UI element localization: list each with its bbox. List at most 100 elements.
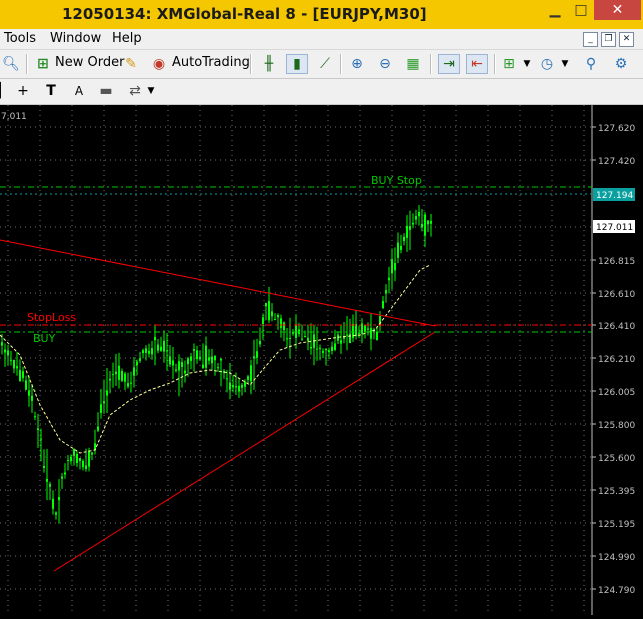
candle-body [133,367,135,376]
mdi-minimize-icon[interactable]: _ [583,32,598,47]
candle-body [58,496,60,501]
candle-body [364,325,366,332]
candle-body [226,378,228,380]
auto-scroll-icon[interactable]: ⇥ [438,54,460,74]
candle-body [391,259,393,274]
candle-body [115,371,117,375]
candle-body [376,331,378,341]
candle-body [388,277,390,281]
candle-body [163,340,165,352]
candle-body [172,360,174,366]
candle-body [184,370,186,374]
autotrading-button[interactable]: AutoTrading [172,55,250,70]
candle-body [211,356,213,364]
toolbar-separator [340,54,342,74]
price-tick-label: 125.395 [598,487,635,497]
rectangle-icon[interactable]: ▬ [97,82,115,100]
text-label-icon[interactable]: A [70,82,88,100]
candle-body [328,350,330,353]
options-icon[interactable]: ⚙ [612,55,630,73]
candle-body [424,214,426,236]
new-order-button[interactable]: New Order [55,55,124,70]
price-tick-label: 126.610 [598,290,635,300]
new-order-icon[interactable]: ⊞ [34,55,52,73]
zoom-in-icon[interactable]: ⊕ [348,55,366,73]
periods-icon[interactable]: ◷ [538,55,556,73]
candle-body [340,340,342,344]
candle-body [310,346,312,349]
mdi-restore-icon[interactable]: ❐ [601,32,616,47]
candle-body [19,370,21,382]
price-tick-label: 125.195 [598,520,635,530]
candle-body [265,302,267,307]
candle-body [70,456,72,462]
candle-body [4,349,6,353]
candle-body [370,328,372,339]
text-tool-icon[interactable]: T [42,82,60,100]
candle-body [331,346,333,352]
chart-shift-icon[interactable]: ⇤ [466,54,488,74]
candle-body [103,401,105,404]
candle-body [175,369,177,371]
line-chart-icon[interactable]: ⟋ [316,55,334,73]
toolbar-separator [494,54,496,74]
price-tick-label: 125.800 [598,421,635,431]
price-tick-label: 126.005 [598,388,635,398]
candle-body [244,381,246,387]
zoom-out-icon[interactable]: ⊖ [376,55,394,73]
candle-body [151,348,153,355]
menu-tools[interactable]: Tools [4,31,36,46]
candle-body [169,356,171,365]
line-tool-icon[interactable]: ▏ [0,82,14,100]
chevron-down-icon[interactable]: ▼ [142,82,160,100]
menu-window[interactable]: Window [50,31,101,46]
autotrading-icon[interactable]: ◉ [150,55,168,73]
candle-body [427,220,429,225]
candle-body [34,416,36,418]
candle-body [16,366,18,369]
candle-body [100,404,102,413]
mdi-close-icon[interactable]: ✕ [619,32,634,47]
maximize-icon[interactable]: □ [568,0,594,20]
tile-windows-icon[interactable]: ▦ [404,55,422,73]
crosshair-icon[interactable]: + [14,82,32,100]
title-bar: 12050134: XMGlobal-Real 8 - [EURJPY,M30]… [0,0,643,29]
candle-body [37,428,39,430]
candle-body [229,382,231,390]
candle-body [232,385,234,388]
candle-body [361,323,363,334]
search-icon[interactable]: ⚲ [582,55,600,73]
candle-body [247,376,249,380]
zoom-window-icon[interactable]: 🔍︎ [2,55,20,73]
candle-body [43,465,45,469]
menu-help[interactable]: Help [112,31,142,46]
buy-label: BUY [33,332,56,345]
window-title: 12050134: XMGlobal-Real 8 - [EURJPY,M30] [62,5,427,23]
bar-chart-icon[interactable]: ╫ [260,55,278,73]
menu-bar: Tools Window Help _ ❐ ✕ [0,29,643,50]
chevron-down-icon[interactable]: ▼ [556,55,574,73]
candlestick-chart-icon[interactable]: ▮ [286,54,308,74]
indicators-icon[interactable]: ⊞ [500,55,518,73]
candle-body [145,348,147,353]
candle-body [13,360,15,369]
price-tick-label: 126.410 [598,322,635,332]
pencil-icon[interactable]: ✎ [122,55,140,73]
candle-body [385,290,387,294]
stoploss-label: StopLoss [27,311,76,324]
minimize-icon[interactable]: ▁ [540,0,570,20]
price-tick-label: 126.815 [598,257,635,267]
candle-body [139,358,141,361]
candle-body [421,223,423,228]
candle-body [268,300,270,321]
candle-body [412,222,414,225]
candle-body [190,356,192,361]
price-tick-label: 125.600 [598,454,635,464]
candle-body [112,374,114,376]
price-chart[interactable]: BUY Stop StopLoss BUY 7,011 127.620 127.4… [0,105,643,615]
candle-body [367,328,369,330]
candle-body [148,350,150,354]
chevron-down-icon[interactable]: ▼ [518,55,536,73]
candle-body [256,351,258,358]
close-icon[interactable]: ✕ [594,0,641,20]
